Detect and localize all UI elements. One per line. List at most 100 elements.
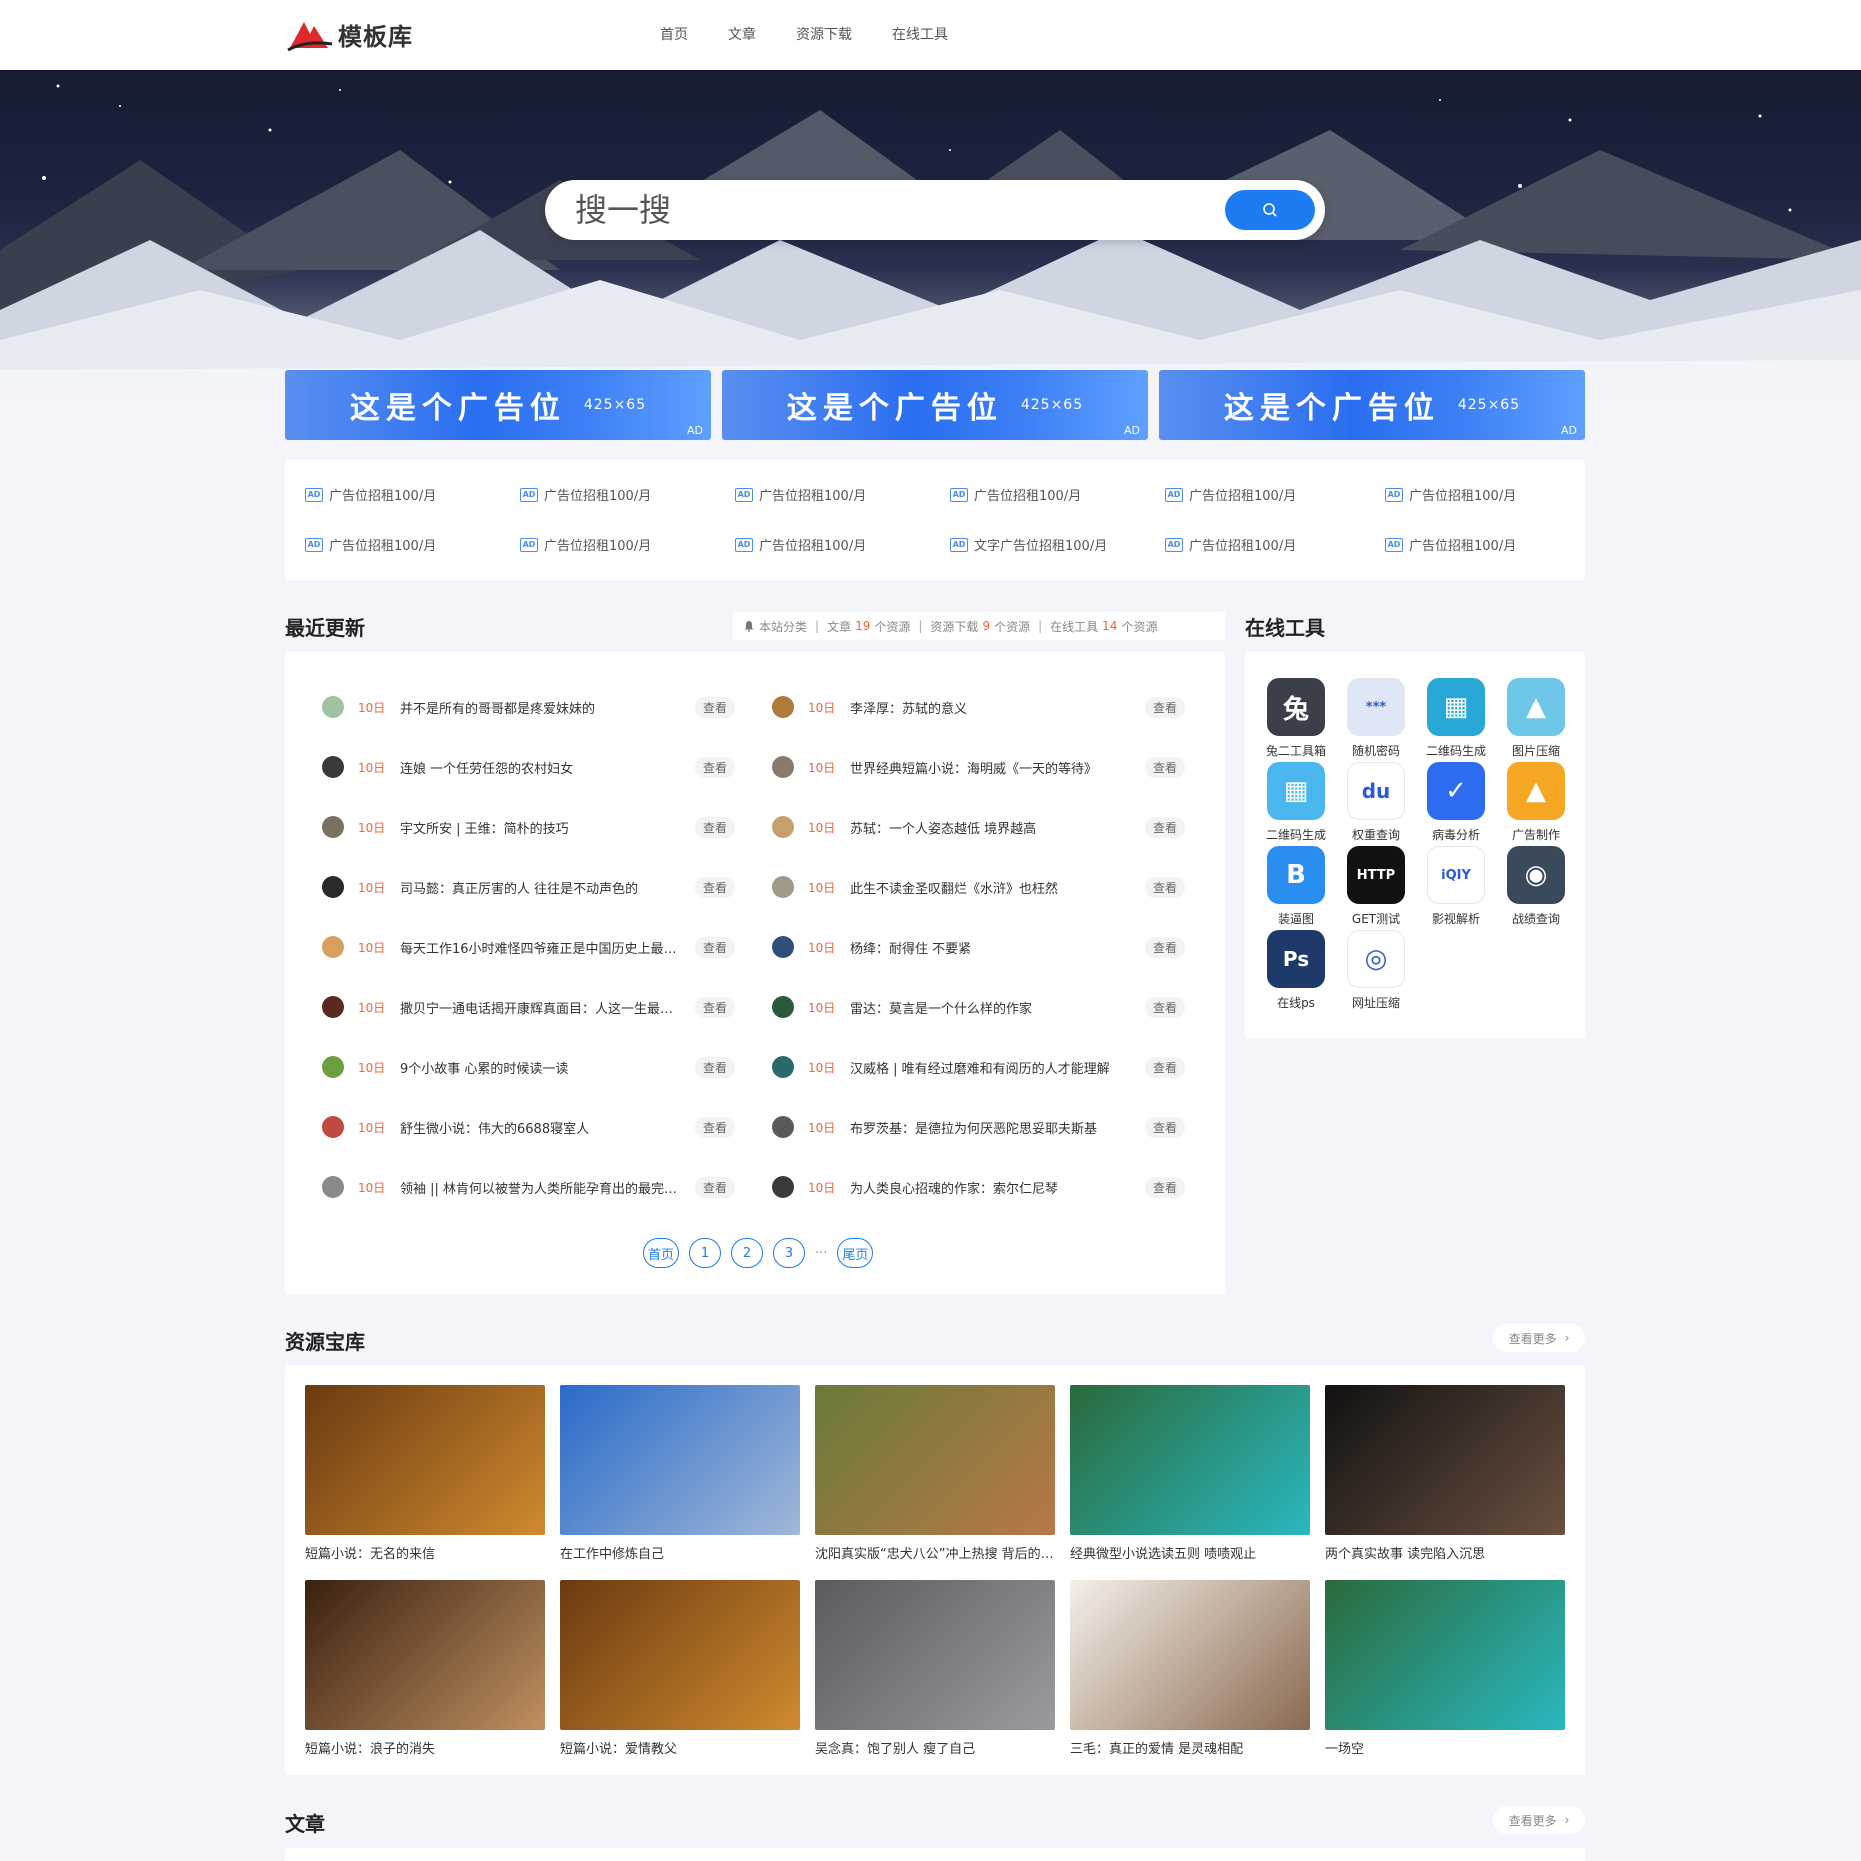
article-title[interactable]: 9个小故事 心累的时候读一读 — [400, 1058, 685, 1077]
article-title[interactable]: 领袖 || 林肯何以被誉为人类所能孕育出的最完美的人 — [400, 1178, 685, 1197]
resource-image[interactable] — [1070, 1385, 1310, 1535]
resource-image[interactable] — [815, 1385, 1055, 1535]
nav-downloads[interactable]: 资源下载 — [796, 24, 852, 44]
resource-caption[interactable]: 吴念真：饱了别人 瘦了自己 — [815, 1738, 1055, 1757]
article-title[interactable]: 为人类良心招魂的作家：索尔仁尼琴 — [850, 1178, 1135, 1197]
resource-card[interactable]: 经典微型小说选读五则 啧啧观止 — [1070, 1385, 1310, 1562]
article-title[interactable]: 连娘 一个任劳任怨的农村妇女 — [400, 758, 685, 777]
stats-cat-name[interactable]: 文章 — [827, 618, 851, 635]
nav-home[interactable]: 首页 — [660, 24, 688, 44]
view-button[interactable]: 查看 — [695, 996, 736, 1018]
search-button[interactable] — [1225, 190, 1315, 230]
tool-item[interactable]: B 装逼图 — [1256, 846, 1336, 927]
recent-list-item[interactable]: 10日 司马懿：真正厉害的人 往往是不动声色的 查看 — [322, 872, 736, 902]
recent-list-item[interactable]: 10日 并不是所有的哥哥都是疼爱妹妹的 查看 — [322, 692, 736, 722]
resource-card[interactable]: 吴念真：饱了别人 瘦了自己 — [815, 1580, 1055, 1757]
view-button[interactable]: 查看 — [695, 936, 736, 958]
view-button[interactable]: 查看 — [1145, 996, 1186, 1018]
resource-card[interactable]: 三毛：真正的爱情 是灵魂相配 — [1070, 1580, 1310, 1757]
resource-caption[interactable]: 短篇小说：浪子的消失 — [305, 1738, 545, 1757]
resource-card[interactable]: 短篇小说：无名的来信 — [305, 1385, 545, 1562]
recent-list-item[interactable]: 10日每天工作16小时难怪四爷雍正是中国历史上最勤政的皇帝查看 — [322, 932, 736, 962]
articles-more-button[interactable]: 查看更多 › — [1493, 1806, 1585, 1834]
article-title[interactable]: 李泽厚：苏轼的意义 — [850, 698, 1135, 717]
tool-item[interactable]: ◎ 网址压缩 — [1336, 930, 1416, 1011]
view-button[interactable]: 查看 — [1145, 1176, 1186, 1198]
resource-image[interactable] — [560, 1385, 800, 1535]
recent-list-item[interactable]: 10日 苏轼：一个人姿态越低 境界越高 查看 — [772, 812, 1186, 842]
resource-image[interactable] — [305, 1385, 545, 1535]
resource-image[interactable] — [305, 1580, 545, 1730]
resource-caption[interactable]: 在工作中修炼自己 — [560, 1543, 800, 1562]
text-ad-link[interactable]: AD 广告位招租100/月 — [1385, 535, 1516, 554]
resource-caption[interactable]: 经典微型小说选读五则 啧啧观止 — [1070, 1543, 1310, 1562]
resource-image[interactable] — [560, 1580, 800, 1730]
text-ad-link[interactable]: AD 广告位招租100/月 — [1165, 485, 1296, 504]
text-ad-link[interactable]: AD 广告位招租100/月 — [1165, 535, 1296, 554]
text-ad-link[interactable]: AD 文字广告位招租100/月 — [950, 535, 1107, 554]
tool-item[interactable]: Ps 在线ps — [1256, 930, 1336, 1011]
recent-list-item[interactable]: 10日 雷达：莫言是一个什么样的作家 查看 — [772, 992, 1186, 1022]
resource-caption[interactable]: 两个真实故事 读完陷入沉思 — [1325, 1543, 1565, 1562]
recent-list-item[interactable]: 10日 杨绛：耐得住 不要紧 查看 — [772, 932, 1186, 962]
resource-card[interactable]: 两个真实故事 读完陷入沉思 — [1325, 1385, 1565, 1562]
site-logo[interactable]: 模板库 — [286, 14, 413, 54]
view-button[interactable]: 查看 — [695, 696, 736, 718]
article-title[interactable]: 苏轼：一个人姿态越低 境界越高 — [850, 818, 1135, 837]
text-ad-link[interactable]: AD 广告位招租100/月 — [520, 485, 651, 504]
resource-image[interactable] — [815, 1580, 1055, 1730]
resource-image[interactable] — [1070, 1580, 1310, 1730]
recent-list-item[interactable]: 10日 9个小故事 心累的时候读一读 查看 — [322, 1052, 736, 1082]
pager-last[interactable]: 尾页 — [837, 1238, 874, 1268]
recent-list-item[interactable]: 10日 汉威格 | 唯有经过磨难和有阅历的人才能理解 查看 — [772, 1052, 1186, 1082]
view-button[interactable]: 查看 — [695, 1116, 736, 1138]
article-title[interactable]: 世界经典短篇小说：海明威《一天的等待》 — [850, 758, 1135, 777]
resource-card[interactable]: 短篇小说：浪子的消失 — [305, 1580, 545, 1757]
view-button[interactable]: 查看 — [1145, 1116, 1186, 1138]
nav-articles[interactable]: 文章 — [728, 24, 756, 44]
view-button[interactable]: 查看 — [1145, 1056, 1186, 1078]
pager-page[interactable]: 2 — [731, 1238, 764, 1268]
search-input[interactable] — [575, 192, 1215, 228]
tool-item[interactable]: ✓ 病毒分析 — [1416, 762, 1496, 843]
tool-item[interactable]: ▦ 二维码生成 — [1416, 678, 1496, 759]
tool-item[interactable]: HTTP GET测试 — [1336, 846, 1416, 927]
nav-tools[interactable]: 在线工具 — [892, 24, 948, 44]
recent-list-item[interactable]: 10日 宇文所安 | 王维：简朴的技巧 查看 — [322, 812, 736, 842]
tool-item[interactable]: iQIY 影视解析 — [1416, 846, 1496, 927]
recent-list-item[interactable]: 10日 布罗茨基：是德拉为何厌恶陀思妥耶夫斯基 查看 — [772, 1112, 1186, 1142]
resource-caption[interactable]: 沈阳真实版“忠犬八公”冲上热搜 背后的故事太暖了 — [815, 1543, 1055, 1562]
resource-caption[interactable]: 短篇小说：爱情教父 — [560, 1738, 800, 1757]
article-title[interactable]: 杨绛：耐得住 不要紧 — [850, 938, 1135, 957]
resource-card[interactable]: 短篇小说：爱情教父 — [560, 1580, 800, 1757]
view-button[interactable]: 查看 — [695, 1176, 736, 1198]
view-button[interactable]: 查看 — [1145, 816, 1186, 838]
recent-list-item[interactable]: 10日 连娘 一个任劳任怨的农村妇女 查看 — [322, 752, 736, 782]
view-button[interactable]: 查看 — [695, 816, 736, 838]
recent-list-item[interactable]: 10日 撒贝宁一通电话揭开康辉真面目：人这一生最好的修养 查看 — [322, 992, 736, 1022]
article-title[interactable]: 并不是所有的哥哥都是疼爱妹妹的 — [400, 698, 685, 717]
recent-list-item[interactable]: 10日 李泽厚：苏轼的意义 查看 — [772, 692, 1186, 722]
resource-image[interactable] — [1325, 1580, 1565, 1730]
resource-card[interactable]: 一场空 — [1325, 1580, 1565, 1757]
resource-caption[interactable]: 三毛：真正的爱情 是灵魂相配 — [1070, 1738, 1310, 1757]
ad-banner[interactable]: 这是个广告位 425×65 AD — [722, 370, 1148, 440]
view-button[interactable]: 查看 — [695, 1056, 736, 1078]
ad-banner[interactable]: 这是个广告位 425×65 AD — [1159, 370, 1585, 440]
view-button[interactable]: 查看 — [695, 876, 736, 898]
recent-list-item[interactable]: 10日 舒生微小说：伟大的6688寝室人 查看 — [322, 1112, 736, 1142]
text-ad-link[interactable]: AD 广告位招租100/月 — [735, 485, 866, 504]
article-title[interactable]: 撒贝宁一通电话揭开康辉真面目：人这一生最好的修养 — [400, 998, 685, 1017]
resource-card[interactable]: 沈阳真实版“忠犬八公”冲上热搜 背后的故事太暖了 — [815, 1385, 1055, 1562]
text-ad-link[interactable]: AD 广告位招租100/月 — [520, 535, 651, 554]
tool-item[interactable]: du 权重查询 — [1336, 762, 1416, 843]
pager-page[interactable]: 1 — [689, 1238, 722, 1268]
pager-first[interactable]: 首页 — [643, 1238, 680, 1268]
text-ad-link[interactable]: AD 广告位招租100/月 — [950, 485, 1081, 504]
recent-list-item[interactable]: 10日 世界经典短篇小说：海明威《一天的等待》 查看 — [772, 752, 1186, 782]
recent-list-item[interactable]: 10日 此生不读金圣叹翻烂《水浒》也枉然 查看 — [772, 872, 1186, 902]
resource-image[interactable] — [1325, 1385, 1565, 1535]
resource-caption[interactable]: 短篇小说：无名的来信 — [305, 1543, 545, 1562]
article-title[interactable]: 舒生微小说：伟大的6688寝室人 — [400, 1118, 685, 1137]
article-title[interactable]: 雷达：莫言是一个什么样的作家 — [850, 998, 1135, 1017]
